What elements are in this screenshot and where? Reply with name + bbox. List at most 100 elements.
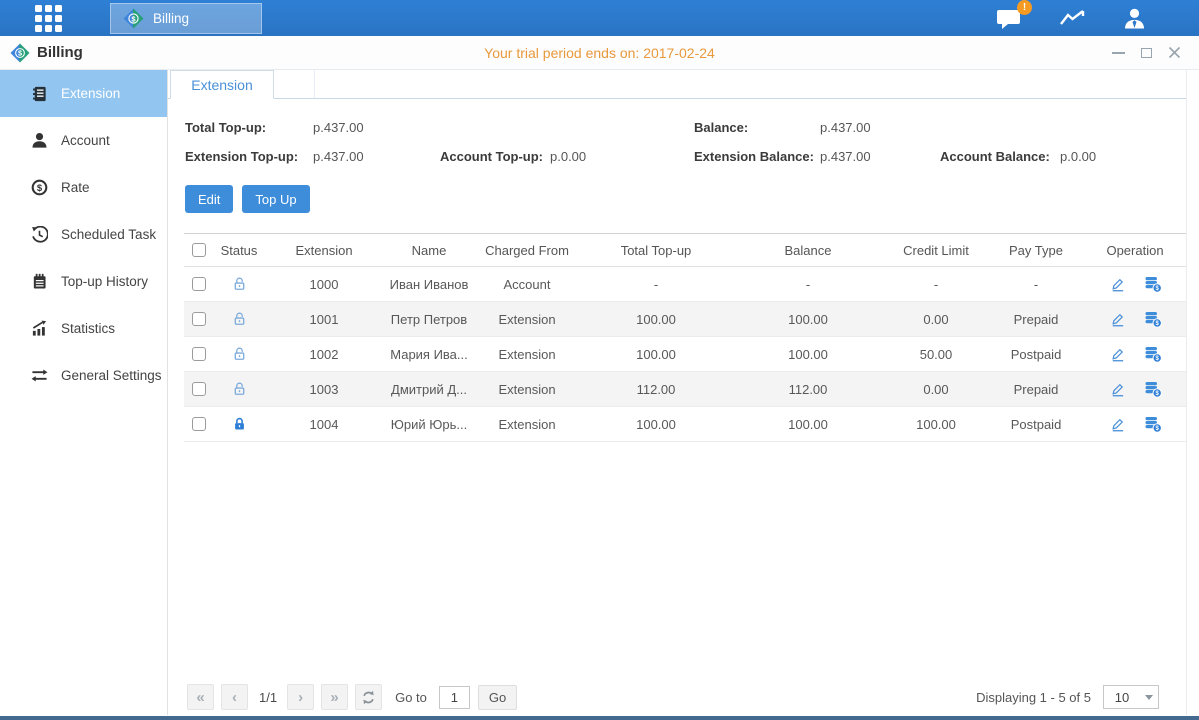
row-top-up-icon[interactable]: $ — [1144, 381, 1162, 398]
row-checkbox[interactable] — [192, 417, 206, 431]
extension-book-icon — [31, 85, 48, 103]
table-row[interactable]: 1000Иван ИвановAccount----$ — [184, 267, 1186, 302]
page-size-value: 10 — [1104, 690, 1140, 705]
column-header-status[interactable]: Status — [214, 243, 264, 258]
total-topup-value: p.437.00 — [313, 120, 440, 135]
refresh-button[interactable] — [355, 684, 382, 710]
cell-total-topup: 100.00 — [580, 347, 732, 362]
titlebar: Your trial period ends on: 2017-02-24 $ … — [0, 36, 1199, 70]
refresh-icon — [361, 690, 376, 705]
close-button[interactable] — [1167, 46, 1181, 60]
statistics-chart-icon[interactable] — [1059, 8, 1086, 28]
column-header-name[interactable]: Name — [384, 243, 474, 258]
column-header-charged-from[interactable]: Charged From — [474, 243, 580, 258]
row-edit-icon[interactable] — [1109, 276, 1126, 293]
select-all-checkbox[interactable] — [192, 243, 206, 257]
sidebar-item-account[interactable]: Account — [0, 117, 167, 164]
table-row[interactable]: 1004Юрий Юрь...Extension100.00100.00100.… — [184, 407, 1186, 442]
topbar-tab-billing[interactable]: $ Billing — [110, 3, 262, 34]
status-locked-icon — [232, 416, 247, 432]
page-indicator: 1/1 — [259, 690, 277, 705]
user-account-icon[interactable] — [1122, 8, 1147, 29]
statistics-bars-icon — [31, 320, 48, 337]
cell-extension: 1001 — [264, 312, 384, 327]
row-edit-icon[interactable] — [1109, 381, 1126, 398]
table-row[interactable]: 1001Петр ПетровExtension100.00100.000.00… — [184, 302, 1186, 337]
action-buttons: Edit Top Up — [185, 185, 1186, 213]
status-unlocked-icon — [232, 346, 247, 362]
goto-page-input[interactable] — [439, 686, 470, 709]
topbar: $ Billing ! — [0, 0, 1199, 36]
status-unlocked-icon — [232, 276, 247, 292]
table-header-row: StatusExtensionNameCharged FromTotal Top… — [184, 233, 1186, 267]
cell-pay-type: Prepaid — [988, 312, 1084, 327]
table-row[interactable]: 1003Дмитрий Д...Extension112.00112.000.0… — [184, 372, 1186, 407]
column-header-total-top-up[interactable]: Total Top-up — [580, 243, 732, 258]
first-page-button[interactable]: « — [187, 684, 214, 710]
status-cell — [214, 346, 264, 362]
topup-history-ledger-icon — [31, 273, 48, 290]
cell-credit-limit: 0.00 — [884, 312, 988, 327]
cell-name: Иван Иванов — [384, 277, 474, 292]
row-top-up-icon[interactable]: $ — [1144, 416, 1162, 433]
row-checkbox[interactable] — [192, 277, 206, 291]
cell-name: Юрий Юрь... — [384, 417, 474, 432]
chevron-down-icon — [1140, 695, 1158, 700]
cell-pay-type: - — [988, 277, 1084, 292]
goto-label: Go to — [395, 690, 427, 705]
scheduled-task-clock-icon — [31, 226, 48, 243]
column-header-operation[interactable]: Operation — [1084, 243, 1186, 258]
page-size-select[interactable]: 10 — [1103, 685, 1159, 709]
column-header-balance[interactable]: Balance — [732, 243, 884, 258]
cell-balance: 112.00 — [732, 382, 884, 397]
cell-name: Петр Петров — [384, 312, 474, 327]
column-header-extension[interactable]: Extension — [264, 243, 384, 258]
balance-value: p.437.00 — [820, 120, 940, 135]
prev-page-button[interactable]: ‹ — [221, 684, 248, 710]
next-page-button[interactable]: › — [287, 684, 314, 710]
cell-total-topup: 100.00 — [580, 417, 732, 432]
row-edit-icon[interactable] — [1109, 311, 1126, 328]
extension-topup-value: p.437.00 — [313, 149, 440, 164]
sidebar-item-topup-history[interactable]: Top-up History — [0, 258, 167, 305]
row-checkbox[interactable] — [192, 382, 206, 396]
cell-charged-from: Extension — [474, 347, 580, 362]
window-title: Billing — [37, 44, 83, 61]
row-checkbox[interactable] — [192, 312, 206, 326]
cell-charged-from: Account — [474, 277, 580, 292]
sidebar-item-statistics[interactable]: Statistics — [0, 305, 167, 352]
cell-operation: $ — [1084, 381, 1186, 398]
messages-icon[interactable]: ! — [996, 7, 1023, 30]
column-header-credit-limit[interactable]: Credit Limit — [884, 243, 988, 258]
row-edit-icon[interactable] — [1109, 346, 1126, 363]
cell-balance: 100.00 — [732, 417, 884, 432]
go-button[interactable]: Go — [478, 685, 517, 710]
sidebar-item-rate[interactable]: $ Rate — [0, 164, 167, 211]
row-top-up-icon[interactable]: $ — [1144, 311, 1162, 328]
sidebar-item-extension[interactable]: Extension — [0, 70, 167, 117]
cell-credit-limit: - — [884, 277, 988, 292]
sidebar-item-general-settings[interactable]: General Settings — [0, 352, 167, 399]
cell-charged-from: Extension — [474, 312, 580, 327]
last-page-button[interactable]: » — [321, 684, 348, 710]
top-up-button[interactable]: Top Up — [242, 185, 309, 213]
row-edit-icon[interactable] — [1109, 416, 1126, 433]
cell-name: Мария Ива... — [384, 347, 474, 362]
maximize-button[interactable] — [1139, 46, 1153, 60]
edit-button[interactable]: Edit — [185, 185, 233, 213]
row-checkbox[interactable] — [192, 347, 206, 361]
svg-text:$: $ — [131, 14, 136, 23]
sidebar-item-scheduled-task[interactable]: Scheduled Task — [0, 211, 167, 258]
extension-balance-value: p.437.00 — [820, 149, 940, 164]
status-cell — [214, 416, 264, 432]
minimize-button[interactable] — [1111, 46, 1125, 60]
sidebar-item-label: Scheduled Task — [61, 227, 156, 242]
general-settings-sliders-icon — [31, 367, 48, 384]
apps-grid-icon[interactable] — [35, 5, 62, 32]
column-header-pay-type[interactable]: Pay Type — [988, 243, 1084, 258]
row-top-up-icon[interactable]: $ — [1144, 346, 1162, 363]
table-row[interactable]: 1002Мария Ива...Extension100.00100.0050.… — [184, 337, 1186, 372]
tab-extension[interactable]: Extension — [170, 70, 274, 99]
row-top-up-icon[interactable]: $ — [1144, 276, 1162, 293]
status-unlocked-icon — [232, 311, 247, 327]
